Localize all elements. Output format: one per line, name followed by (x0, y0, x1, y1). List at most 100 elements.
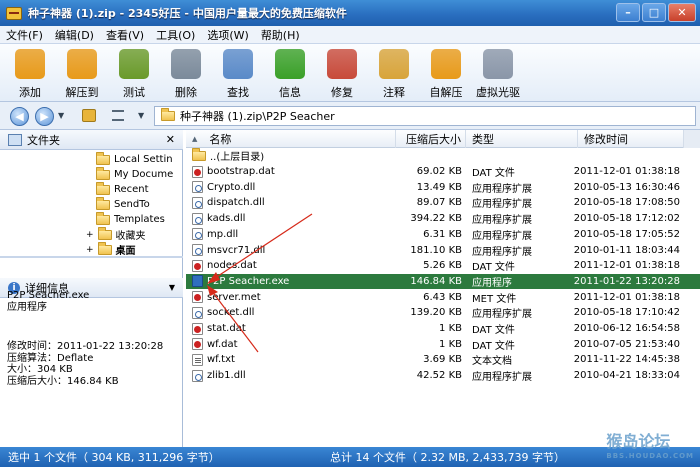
menu-edit[interactable]: 编辑(D) (49, 27, 100, 43)
table-row[interactable]: stat.dat 1 KB DAT 文件 2010-06-12 16:54:58 (186, 321, 700, 337)
toolbar-button-comment[interactable]: 注释 (368, 44, 420, 102)
minimize-button[interactable]: – (616, 3, 640, 22)
toolbar-button-info[interactable]: 信息 (264, 44, 316, 102)
sort-asc-icon: ▲ (192, 135, 198, 143)
tree-item[interactable]: Local Settin (96, 151, 173, 167)
back-button[interactable]: ◀ (10, 107, 29, 126)
file-modified: 2011-12-01 01:38:18 (573, 166, 680, 178)
tree-item[interactable]: + 收藏夹 (86, 226, 146, 242)
folders-pane-header[interactable]: 文件夹 ✕ (0, 130, 183, 150)
toolbar-button-test[interactable]: 测试 (108, 44, 160, 102)
close-button[interactable]: ✕ (668, 3, 696, 22)
file-name: wf.dat (207, 338, 238, 350)
file-name: ..(上层目录) (210, 152, 265, 164)
folder-icon (96, 151, 110, 165)
tree-item-label: Recent (114, 184, 149, 195)
table-row[interactable]: dispatch.dll 89.07 KB 应用程序扩展 2010-05-18 17:… (186, 195, 700, 211)
col-modified[interactable]: 修改时间 (578, 130, 684, 148)
toolbar-button-add[interactable]: 添加 (4, 44, 56, 102)
toolbar-label: 解压到 (65, 86, 99, 99)
toolbar-button-virtual-drive[interactable]: 虚拟光驱 (472, 44, 524, 102)
table-row[interactable]: zlib1.dll 42.52 KB 应用程序扩展 2010-04-21 18:33:… (186, 368, 700, 384)
toolbar-button-delete[interactable]: 删除 (160, 44, 212, 102)
table-row[interactable]: mp.dll 6.31 KB 应用程序扩展 2010-05-18 17:05:52 (186, 227, 700, 243)
table-row[interactable]: ..(上层目录) (186, 147, 700, 164)
dat-file-icon (192, 291, 203, 304)
view-mode-icon[interactable] (112, 110, 124, 121)
table-row[interactable]: wf.txt 3.69 KB 文本文档 2011-11-22 14:45:38 (186, 352, 700, 368)
folders-title: 文件夹 (27, 133, 60, 147)
col-type[interactable]: 类型 (466, 130, 578, 148)
folder-icon (96, 166, 110, 180)
file-name: bootstrap.dat (207, 166, 275, 178)
menu-help[interactable]: 帮助(H) (255, 27, 306, 43)
dll-file-icon (192, 244, 203, 257)
expand-icon[interactable]: + (86, 230, 94, 240)
table-row[interactable]: bootstrap.dat 69.02 KB DAT 文件 2011-12-01 01… (186, 164, 700, 180)
table-row[interactable]: socket.dll 139.20 KB 应用程序扩展 2010-05-18 17:1… (186, 305, 700, 321)
history-dropdown-icon[interactable]: ▼ (58, 111, 64, 120)
menu-options[interactable]: 选项(W) (201, 27, 254, 43)
file-name: zlib1.dll (207, 370, 246, 382)
view-mode-dropdown-icon[interactable]: ▼ (138, 111, 144, 120)
col-name[interactable]: ▲ 名称 (186, 130, 396, 148)
add-icon (15, 49, 45, 79)
file-name: nodes.dat (207, 260, 257, 272)
file-modified: 2010-05-18 17:05:52 (573, 228, 680, 240)
file-modified (582, 148, 680, 164)
file-packed-size: 42.52 KB (416, 370, 462, 382)
toolbar-button-repair[interactable]: 修复 (316, 44, 368, 102)
file-type: 应用程序 (472, 277, 512, 289)
test-icon (119, 49, 149, 79)
tree-item[interactable]: Templates (96, 211, 165, 227)
find-icon (223, 49, 253, 79)
toolbar-label: 删除 (175, 86, 197, 99)
dat-file-icon (192, 259, 203, 272)
txt-file-icon (192, 353, 203, 366)
menu-tools[interactable]: 工具(O) (150, 27, 201, 43)
file-modified: 2010-05-13 16:30:46 (573, 181, 680, 193)
column-header: ▲ 名称 压缩后大小 类型 修改时间 (186, 130, 700, 148)
pane-divider[interactable] (0, 256, 183, 258)
address-field[interactable]: 种子神器 (1).zip\P2P Seacher (154, 106, 696, 126)
expand-icon[interactable]: + (86, 245, 94, 255)
forward-button[interactable]: ▶ (35, 107, 54, 126)
table-row[interactable]: nodes.dat 5.26 KB DAT 文件 2011-12-01 01:38:1… (186, 258, 700, 274)
table-row[interactable]: P2P Seacher.exe 146.84 KB 应用程序 2011-01-22 1… (186, 273, 700, 290)
delete-icon (171, 49, 201, 79)
file-type: 应用程序扩展 (472, 372, 532, 384)
table-row[interactable]: kads.dll 394.22 KB 应用程序扩展 2010-05-18 17:12:… (186, 211, 700, 227)
file-packed-size: 3.69 KB (423, 354, 462, 366)
dat-file-icon (192, 165, 203, 178)
file-modified: 2010-05-18 17:12:02 (573, 213, 680, 225)
maximize-button[interactable]: □ (642, 3, 666, 22)
table-row[interactable]: wf.dat 1 KB DAT 文件 2010-07-05 21:53:40 (186, 336, 700, 352)
scrollbar-top[interactable] (684, 130, 700, 148)
toolbar-button-extract[interactable]: 解压到 (56, 44, 108, 102)
col-modified-label: 修改时间 (584, 133, 628, 146)
file-modified: 2010-05-18 17:10:42 (573, 307, 680, 319)
file-packed-size: 139.20 KB (410, 307, 462, 319)
file-type: 应用程序扩展 (472, 215, 532, 227)
table-row[interactable]: server.met 6.43 KB MET 文件 2011-12-01 01:38:… (186, 289, 700, 305)
folder-icon (96, 211, 110, 225)
table-row[interactable]: msvcr71.dll 181.10 KB 应用程序扩展 2010-01-11 18:… (186, 242, 700, 258)
toolbar-button-find[interactable]: 查找 (212, 44, 264, 102)
file-packed-size: 89.07 KB (416, 197, 462, 209)
tree-item[interactable]: Recent (96, 181, 149, 197)
window-title: 种子神器 (1).zip - 2345好压 - 中国用户量最大的免费压缩软件 (28, 7, 347, 20)
menu-view[interactable]: 查看(V) (100, 27, 150, 43)
close-pane-icon[interactable]: ✕ (166, 133, 175, 146)
tree-item[interactable]: SendTo (96, 196, 150, 212)
table-row[interactable]: Crypto.dll 13.49 KB 应用程序扩展 2010-05-13 16:30… (186, 179, 700, 195)
detail-modified: 修改时间：2011-01-22 13:20:28 (7, 341, 164, 352)
file-packed-size: 394.22 KB (410, 213, 462, 225)
dll-file-icon (192, 228, 203, 241)
tree-item[interactable]: + 桌面 (86, 241, 136, 257)
up-folder-icon[interactable] (82, 109, 96, 122)
toolbar-button-sfx[interactable]: 自解压 (420, 44, 472, 102)
tree-item[interactable]: My Docume (96, 166, 173, 182)
col-packed[interactable]: 压缩后大小 (396, 130, 466, 148)
dll-file-icon (192, 181, 203, 194)
menu-file[interactable]: 文件(F) (0, 27, 49, 43)
